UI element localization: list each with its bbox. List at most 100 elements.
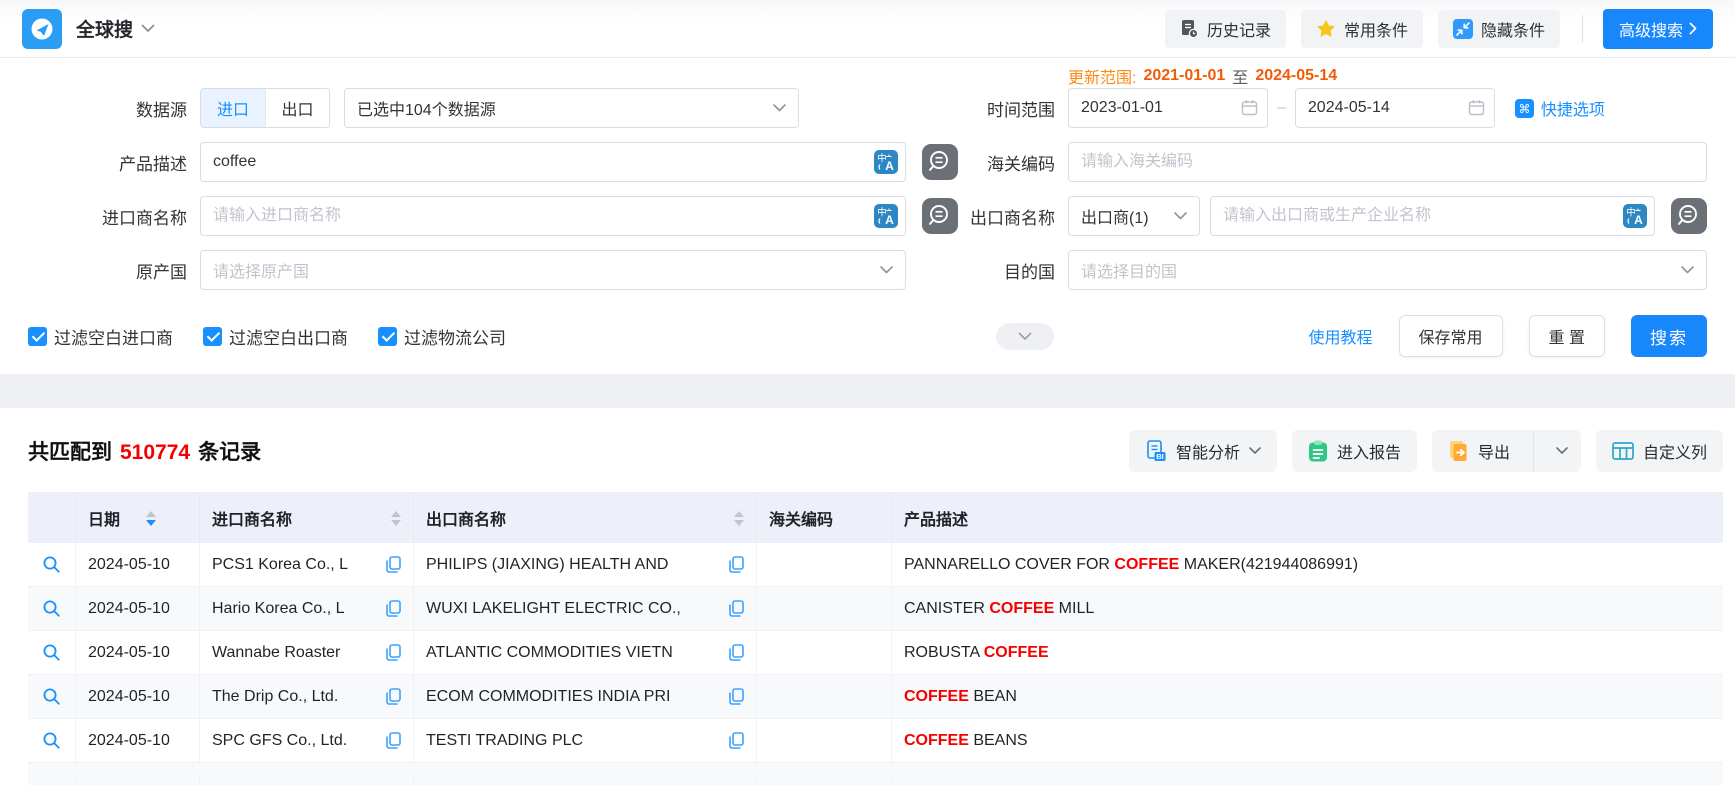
title-chevron-down-icon[interactable]: [141, 24, 155, 33]
filter-logistics-label: 过滤物流公司: [404, 324, 506, 349]
advanced-search-button[interactable]: 高级搜索: [1603, 9, 1713, 49]
smart-analysis-button[interactable]: BI 智能分析: [1129, 430, 1277, 472]
start-date-input[interactable]: [1068, 88, 1268, 128]
sort-icons-exporter[interactable]: [734, 511, 744, 526]
form-row-product-hs: 产品描述 中A 海关编码: [28, 142, 1707, 182]
smart-analysis-label: 智能分析: [1176, 439, 1240, 463]
hs-code-input[interactable]: [1068, 142, 1707, 182]
checkbox-checked-icon[interactable]: [203, 327, 222, 346]
end-date-picker[interactable]: [1295, 88, 1495, 128]
end-date-input[interactable]: [1295, 88, 1495, 128]
exporter-name[interactable]: PHILIPS (JIAXING) HEALTH AND: [426, 556, 721, 574]
calendar-icon: [1241, 99, 1258, 116]
product-desc-text: COFFEE BEANS: [904, 732, 1028, 750]
translate-icon[interactable]: 中A: [1623, 204, 1647, 228]
filter-blank-exporter-label: 过滤空白出口商: [229, 324, 348, 349]
row-detail-magnifier-icon[interactable]: [42, 731, 61, 750]
custom-columns-label: 自定义列: [1643, 439, 1707, 463]
row-detail-magnifier-icon[interactable]: [42, 555, 61, 574]
copy-icon[interactable]: [386, 688, 401, 705]
form-row-importer-exporter: 进口商名称 中A 出口商名称 出口商(1): [28, 196, 1707, 236]
save-conditions-button[interactable]: 保存常用: [1399, 315, 1503, 357]
copy-icon[interactable]: [729, 688, 744, 705]
filter-blank-importer-checkbox[interactable]: 过滤空白进口商: [28, 324, 173, 349]
product-desc-text: ROBUSTA COFFEE: [904, 644, 1049, 662]
favorite-button-label: 常用条件: [1344, 17, 1408, 41]
sort-icons-importer[interactable]: [391, 511, 401, 526]
exclude-keywords-button[interactable]: [922, 144, 958, 180]
header-product-desc: 产品描述: [892, 493, 1723, 543]
hs-code-field: [1068, 142, 1707, 182]
import-tab[interactable]: 进口: [201, 89, 265, 127]
search-button[interactable]: 搜索: [1631, 315, 1707, 357]
split-divider: [1533, 430, 1534, 472]
copy-icon[interactable]: [386, 644, 401, 661]
importer-name-input[interactable]: [200, 196, 906, 236]
copy-icon[interactable]: [729, 556, 744, 573]
copy-icon[interactable]: [729, 600, 744, 617]
table-row: 2024-05-10 Hario Korea Co., L WUXI LAKEL…: [28, 587, 1723, 631]
cell-importer: The Drip Co., Ltd.: [200, 675, 414, 718]
chevron-down-icon: [880, 266, 893, 274]
advanced-search-label: 高级搜索: [1619, 17, 1683, 41]
collapse-form-button[interactable]: [996, 323, 1054, 350]
start-date-picker[interactable]: [1068, 88, 1268, 128]
row-detail-magnifier-icon[interactable]: [42, 599, 61, 618]
translate-icon[interactable]: 中A: [874, 204, 898, 228]
svg-text:BI: BI: [1156, 452, 1164, 461]
importer-name[interactable]: The Drip Co., Ltd.: [212, 688, 378, 706]
tutorial-link[interactable]: 使用教程: [1309, 324, 1373, 348]
history-button[interactable]: 历史记录: [1165, 10, 1286, 48]
export-button[interactable]: 导出: [1432, 430, 1524, 472]
importer-name-field: 中A: [200, 196, 906, 236]
importer-name[interactable]: Hario Korea Co., L: [212, 600, 378, 618]
destination-country-select[interactable]: 请选择目的国: [1068, 250, 1707, 290]
origin-country-placeholder: 请选择原产国: [213, 258, 880, 282]
sort-icons-date[interactable]: [146, 511, 156, 526]
importer-name[interactable]: PCS1 Korea Co., L: [212, 556, 378, 574]
header-desc-label: 产品描述: [904, 506, 968, 530]
enter-report-label: 进入报告: [1337, 439, 1401, 463]
destination-country-label: 目的国: [958, 258, 1068, 283]
header-importer[interactable]: 进口商名称: [200, 493, 414, 543]
importer-name[interactable]: Wannabe Roaster: [212, 644, 378, 662]
export-tab[interactable]: 出口: [265, 89, 329, 127]
exporter-name-input[interactable]: [1210, 196, 1655, 236]
row-detail-magnifier-icon[interactable]: [42, 687, 61, 706]
hide-conditions-button[interactable]: 隐藏条件: [1438, 10, 1560, 48]
filter-logistics-checkbox[interactable]: 过滤物流公司: [378, 324, 506, 349]
copy-icon[interactable]: [386, 732, 401, 749]
filter-blank-exporter-checkbox[interactable]: 过滤空白出口商: [203, 324, 348, 349]
copy-icon[interactable]: [729, 644, 744, 661]
exclude-exporters-button[interactable]: [1671, 198, 1707, 234]
copy-icon[interactable]: [386, 556, 401, 573]
update-range-end: 2024-05-14: [1255, 67, 1337, 85]
exporter-name[interactable]: ATLANTIC COMMODITIES VIETN: [426, 644, 721, 662]
exporter-name[interactable]: WUXI LAKELIGHT ELECTRIC CO.,: [426, 600, 721, 618]
cell-exporter: TESTI TRADING PLC: [414, 719, 757, 762]
exporter-name[interactable]: ECOM COMMODITIES INDIA PRI: [426, 688, 721, 706]
reset-button[interactable]: 重 置: [1529, 315, 1605, 357]
copy-icon[interactable]: [386, 600, 401, 617]
copy-icon[interactable]: [729, 732, 744, 749]
translate-icon[interactable]: 中A: [874, 150, 898, 174]
exporter-name[interactable]: TESTI TRADING PLC: [426, 732, 721, 750]
header-exporter[interactable]: 出口商名称: [414, 493, 757, 543]
product-desc-input[interactable]: [200, 142, 906, 182]
data-source-select[interactable]: 已选中104个数据源: [344, 88, 799, 128]
header-date[interactable]: 日期: [76, 493, 200, 543]
importer-name[interactable]: SPC GFS Co., Ltd.: [212, 732, 378, 750]
quick-options-link[interactable]: ⌘ 快捷选项: [1515, 96, 1605, 120]
export-options-chevron[interactable]: [1543, 430, 1581, 472]
exclude-importers-button[interactable]: [922, 198, 958, 234]
custom-columns-button[interactable]: 自定义列: [1596, 430, 1723, 472]
cell-importer: Wannabe Roaster: [200, 631, 414, 674]
checkbox-checked-icon[interactable]: [28, 327, 47, 346]
favorite-conditions-button[interactable]: 常用条件: [1301, 10, 1423, 48]
checkbox-checked-icon[interactable]: [378, 327, 397, 346]
row-detail-magnifier-icon[interactable]: [42, 643, 61, 662]
exporter-type-select[interactable]: 出口商(1): [1068, 196, 1200, 236]
report-icon: [1308, 440, 1328, 462]
enter-report-button[interactable]: 进入报告: [1292, 430, 1417, 472]
origin-country-select[interactable]: 请选择原产国: [200, 250, 906, 290]
